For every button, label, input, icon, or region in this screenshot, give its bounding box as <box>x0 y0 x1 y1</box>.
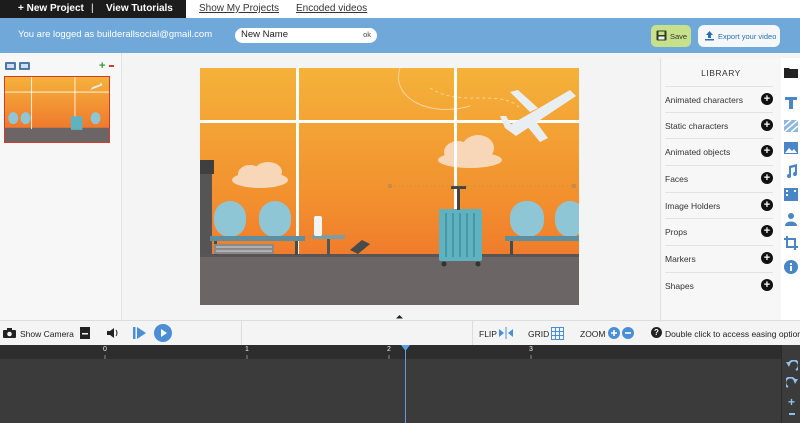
playhead-handle-icon[interactable] <box>401 345 410 351</box>
add-icon[interactable]: + <box>761 119 773 131</box>
add-icon[interactable]: + <box>761 225 773 237</box>
timeline-tick: 1 <box>245 346 249 353</box>
play-icon[interactable] <box>154 324 172 342</box>
library-item-faces[interactable]: Faces + <box>665 165 773 192</box>
playhead[interactable] <box>405 345 406 423</box>
flip-icon[interactable] <box>499 327 513 339</box>
remove-scene-icon[interactable] <box>109 65 114 67</box>
timeline[interactable]: 0 1 2 3 <box>0 345 781 423</box>
grid-label[interactable]: GRID <box>528 329 549 339</box>
bottom-toolbar: Show Camera FLIP GRID ZOOM ? Double clic… <box>0 320 800 346</box>
timeline-tick: 2 <box>387 346 391 353</box>
tool-icon-strip <box>781 58 800 320</box>
pattern-icon[interactable] <box>784 120 798 132</box>
library-panel: LIBRARY Animated characters + Static cha… <box>660 58 782 320</box>
toolbar-spacer <box>241 321 473 346</box>
library-item-props[interactable]: Props + <box>665 218 773 245</box>
library-item-label: Markers <box>665 254 696 264</box>
timeline-minor-ticks <box>104 355 532 359</box>
add-icon[interactable]: + <box>761 145 773 157</box>
zoom-out-icon[interactable] <box>622 327 634 339</box>
add-icon[interactable]: + <box>761 199 773 211</box>
logged-in-text: You are logged as builderallsocial@gmail… <box>18 29 213 40</box>
airport-scene <box>200 68 579 305</box>
add-icon[interactable]: + <box>761 93 773 105</box>
project-name-ok-button[interactable]: ok <box>363 30 371 39</box>
timeline-ruler[interactable]: 0 1 2 3 <box>0 345 781 359</box>
add-icon[interactable]: + <box>761 252 773 264</box>
folder-icon[interactable] <box>784 66 798 78</box>
library-item-label: Animated characters <box>665 95 743 105</box>
library-item-label: Shapes <box>665 281 694 291</box>
library-item-animated-characters[interactable]: Animated characters + <box>665 86 773 113</box>
show-my-projects-link[interactable]: Show My Projects <box>199 0 279 18</box>
show-camera-label[interactable]: Show Camera <box>20 329 74 339</box>
music-icon[interactable] <box>784 164 798 178</box>
library-item-label: Animated objects <box>665 147 731 157</box>
project-name-field[interactable]: New Name ok <box>235 28 377 43</box>
flip-label[interactable]: FLIP <box>479 329 497 339</box>
timeline-zoom-in-icon[interactable]: + <box>788 395 795 409</box>
add-scene-icon[interactable]: + <box>99 61 105 72</box>
library-item-animated-objects[interactable]: Animated objects + <box>665 138 773 165</box>
help-icon[interactable]: ? <box>651 327 662 338</box>
library-item-label: Static characters <box>665 121 729 131</box>
scene-canvas[interactable] <box>200 68 579 305</box>
save-icon <box>656 30 667 41</box>
timeline-side-controls: + <box>781 345 800 423</box>
volume-icon[interactable] <box>107 327 119 339</box>
grid-icon[interactable] <box>551 327 564 340</box>
scene-thumbnail-image <box>5 77 109 142</box>
image-icon[interactable] <box>784 142 798 154</box>
upload-icon <box>705 31 714 41</box>
header-bar: You are logged as builderallsocial@gmail… <box>0 18 800 53</box>
library-item-label: Image Holders <box>665 201 721 211</box>
export-label: Export your video <box>718 32 777 41</box>
encoded-videos-link[interactable]: Encoded videos <box>296 0 367 18</box>
scene-thumbnail[interactable] <box>4 76 110 143</box>
play-frame-icon[interactable] <box>133 326 146 340</box>
text-tool-icon[interactable] <box>784 96 798 110</box>
save-label: Save <box>670 32 688 41</box>
library-title: LIBRARY <box>701 68 741 78</box>
timeline-tick: 3 <box>529 346 533 353</box>
project-name-value: New Name <box>241 29 288 40</box>
library-item-label: Faces <box>665 174 689 184</box>
library-item-markers[interactable]: Markers + <box>665 245 773 272</box>
timeline-tick: 0 <box>103 346 107 353</box>
nav-separator: | <box>91 3 94 14</box>
export-video-button[interactable]: Export your video <box>698 25 780 47</box>
zoom-in-icon[interactable] <box>608 327 620 339</box>
scene-view-icons[interactable] <box>5 62 31 71</box>
library-item-label: Props <box>665 227 688 237</box>
add-icon[interactable]: + <box>761 279 773 291</box>
library-item-image-holders[interactable]: Image Holders + <box>665 192 773 219</box>
camera-icon[interactable] <box>3 328 16 338</box>
new-project-link[interactable]: + New Project <box>18 0 84 18</box>
save-button[interactable]: Save <box>651 25 691 47</box>
timeline-zoom-out-icon[interactable] <box>789 413 795 415</box>
add-icon[interactable]: + <box>761 172 773 184</box>
clipboard-icon[interactable] <box>80 327 90 339</box>
easing-hint: Double click to access easing options <box>665 329 800 339</box>
zoom-label: ZOOM <box>580 329 606 339</box>
undo-icon[interactable] <box>786 360 798 372</box>
top-nav: + New Project | View Tutorials Show My P… <box>0 0 800 18</box>
character-icon[interactable] <box>784 212 798 226</box>
crop-icon[interactable] <box>784 236 798 250</box>
library-item-shapes[interactable]: Shapes + <box>665 272 773 299</box>
library-item-static-characters[interactable]: Static characters + <box>665 112 773 139</box>
redo-icon[interactable] <box>786 377 798 389</box>
view-tutorials-link[interactable]: View Tutorials <box>106 0 173 18</box>
video-icon[interactable] <box>784 188 798 201</box>
info-icon[interactable] <box>784 260 798 274</box>
